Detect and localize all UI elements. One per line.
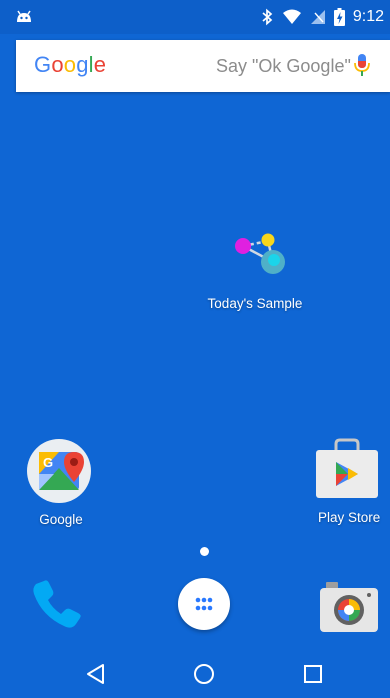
google-search-bar[interactable]: Google Say "Ok Google" — [16, 40, 390, 92]
home-icon[interactable] — [192, 662, 216, 686]
svg-text:G: G — [43, 455, 53, 470]
app-google[interactable]: G Google — [26, 438, 96, 538]
app-label: Today's Sample — [207, 296, 303, 311]
molecule-icon — [235, 233, 285, 274]
battery-charging-icon — [333, 8, 345, 26]
google-maps-icon: G — [27, 439, 91, 503]
play-store-icon — [316, 438, 378, 498]
page-indicator-dot — [200, 547, 209, 556]
android-debug-icon — [14, 8, 34, 28]
app-play-store[interactable]: Play Store — [300, 436, 390, 536]
search-hint: Say "Ok Google" — [216, 56, 351, 76]
app-label: Play Store — [318, 510, 381, 525]
bluetooth-icon — [262, 8, 273, 26]
camera-icon[interactable] — [318, 578, 380, 634]
app-todays-sample[interactable]: Today's Sample — [200, 228, 310, 318]
app-label: Google — [39, 512, 83, 527]
recents-icon[interactable] — [301, 662, 325, 686]
status-icons: 9:12 — [260, 6, 384, 28]
wifi-icon — [282, 9, 301, 24]
mic-icon[interactable] — [351, 50, 373, 82]
no-sim-icon — [310, 10, 325, 24]
phone-icon[interactable] — [30, 578, 86, 634]
back-icon[interactable] — [84, 662, 108, 686]
status-time: 9:12 — [352, 8, 384, 25]
app-drawer-icon[interactable] — [178, 578, 230, 630]
google-logo: Google — [34, 52, 107, 77]
navigation-bar — [0, 648, 390, 698]
status-bar: 9:12 — [0, 0, 390, 34]
